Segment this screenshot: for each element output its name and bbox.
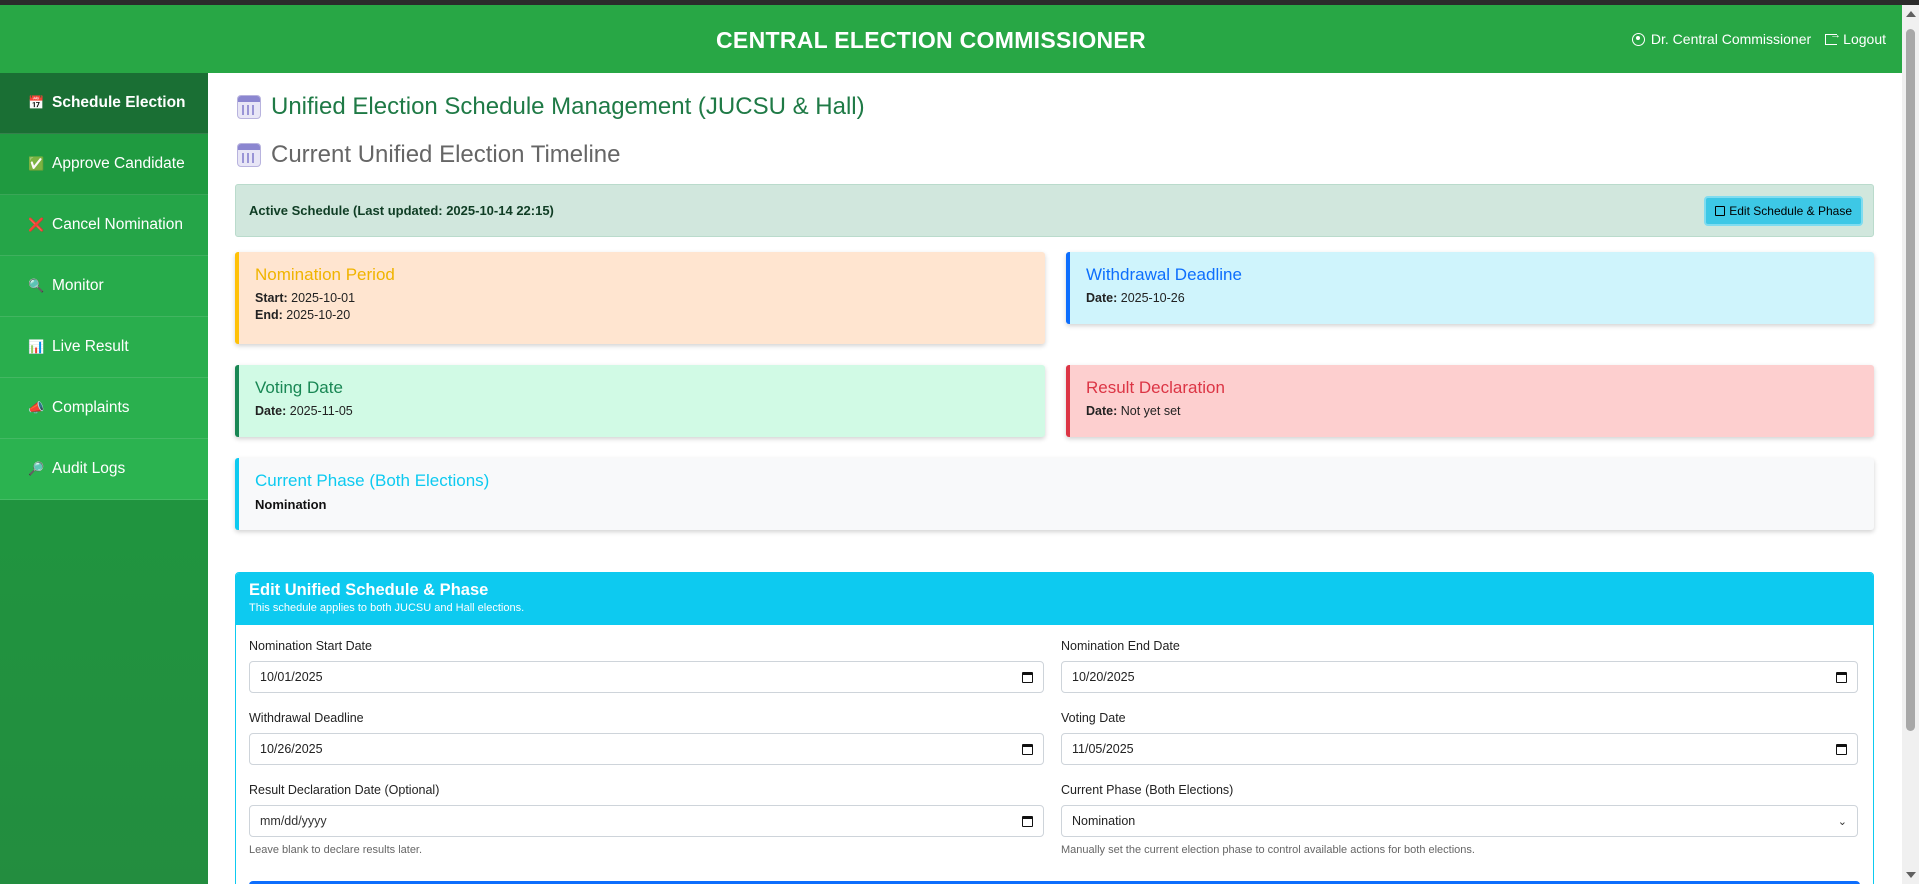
card-title: Result Declaration bbox=[1086, 378, 1225, 397]
current-phase-value: Nomination bbox=[255, 497, 327, 512]
field-label: Nomination End Date bbox=[1061, 639, 1180, 653]
sidebar-item-approve-candidate[interactable]: ✅ Approve Candidate bbox=[0, 134, 208, 195]
sidebar-item-label: Schedule Election bbox=[52, 94, 186, 111]
panel-heading: Edit Unified Schedule & Phase bbox=[249, 581, 489, 599]
nomination-start: Start: 2025-10-01 bbox=[255, 291, 356, 305]
withdrawal-field: Withdrawal Deadline 10/26/2025 bbox=[249, 711, 1044, 765]
sidebar-item-label: Complaints bbox=[52, 399, 130, 416]
sidebar-item-monitor[interactable]: 🔍 Monitor bbox=[0, 256, 208, 317]
top-navbar: CENTRAL ELECTION COMMISSIONER Dr. Centra… bbox=[0, 5, 1902, 73]
panel-subheading: This schedule applies to both JUCSU and … bbox=[249, 602, 525, 614]
calendar-picker-icon[interactable] bbox=[1022, 743, 1033, 755]
active-schedule-alert: Active Schedule (Last updated: 2025-10-1… bbox=[235, 184, 1874, 237]
calendar-picker-icon[interactable] bbox=[1836, 743, 1847, 755]
sidebar-item-label: Cancel Nomination bbox=[52, 216, 183, 233]
page-title-text: Unified Election Schedule Management (JU… bbox=[271, 93, 865, 120]
sidebar: 📅 Schedule Election ✅ Approve Candidate … bbox=[0, 73, 208, 884]
field-label: Voting Date bbox=[1061, 711, 1126, 725]
sidebar-item-live-result[interactable]: 📊 Live Result bbox=[0, 317, 208, 378]
card-title: Withdrawal Deadline bbox=[1086, 265, 1242, 284]
check-box-icon: ✅ bbox=[28, 156, 45, 171]
nomination-start-field: Nomination Start Date 10/01/2025 bbox=[249, 639, 1044, 693]
calendar-picker-icon[interactable] bbox=[1022, 815, 1033, 827]
scrollbar-thumb[interactable] bbox=[1906, 29, 1915, 731]
sidebar-item-complaints[interactable]: 📣 Complaints bbox=[0, 378, 208, 439]
sidebar-item-label: Monitor bbox=[52, 277, 104, 294]
panel-header: Edit Unified Schedule & Phase This sched… bbox=[236, 573, 1873, 625]
card-title: Nomination Period bbox=[255, 265, 395, 284]
nomination-end-input[interactable]: 10/20/2025 bbox=[1061, 661, 1858, 693]
edit-schedule-label: Edit Schedule & Phase bbox=[1729, 204, 1852, 218]
withdrawal-deadline-card: Withdrawal Deadline Date: 2025-10-26 bbox=[1066, 252, 1874, 324]
magnifier-icon: 🔍 bbox=[28, 278, 45, 293]
section-title: Current Unified Election Timeline bbox=[237, 141, 621, 169]
chevron-down-icon: ⌄ bbox=[1837, 815, 1847, 828]
bar-chart-icon: 📊 bbox=[28, 339, 45, 354]
field-hint: Leave blank to declare results later. bbox=[249, 844, 423, 856]
result-declaration-input[interactable]: mm/dd/yyyy bbox=[249, 805, 1044, 837]
result-date: Date: Not yet set bbox=[1086, 404, 1181, 418]
nomination-end: End: 2025-10-20 bbox=[255, 308, 351, 322]
vertical-scrollbar[interactable] bbox=[1902, 5, 1919, 884]
sidebar-item-label: Approve Candidate bbox=[52, 155, 185, 172]
current-phase-select[interactable]: Nomination ⌄ bbox=[1061, 805, 1858, 837]
calendar-icon bbox=[237, 95, 261, 119]
scroll-down-icon[interactable] bbox=[1906, 872, 1916, 878]
field-hint: Manually set the current election phase … bbox=[1061, 844, 1475, 856]
field-label: Nomination Start Date bbox=[249, 639, 372, 653]
result-declaration-card: Result Declaration Date: Not yet set bbox=[1066, 365, 1874, 437]
section-title-text: Current Unified Election Timeline bbox=[271, 141, 621, 168]
cross-icon: ❌ bbox=[28, 217, 45, 232]
sidebar-item-schedule-election[interactable]: 📅 Schedule Election bbox=[0, 73, 208, 134]
calendar-picker-icon[interactable] bbox=[1022, 671, 1033, 683]
megaphone-icon: 📣 bbox=[28, 400, 45, 415]
withdrawal-input[interactable]: 10/26/2025 bbox=[249, 733, 1044, 765]
field-label: Withdrawal Deadline bbox=[249, 711, 364, 725]
current-phase-field: Current Phase (Both Elections) Nominatio… bbox=[1061, 783, 1858, 856]
calendar-icon bbox=[237, 143, 261, 167]
sidebar-item-cancel-nomination[interactable]: ❌ Cancel Nomination bbox=[0, 195, 208, 256]
sidebar-item-label: Live Result bbox=[52, 338, 129, 355]
user-circle-icon bbox=[1631, 32, 1645, 46]
voting-input[interactable]: 11/05/2025 bbox=[1061, 733, 1858, 765]
current-phase-card: Current Phase (Both Elections) Nominatio… bbox=[235, 458, 1874, 530]
page-title: Unified Election Schedule Management (JU… bbox=[237, 93, 865, 121]
card-title: Voting Date bbox=[255, 378, 343, 397]
edit-icon bbox=[1715, 206, 1726, 216]
result-declaration-field: Result Declaration Date (Optional) mm/dd… bbox=[249, 783, 1044, 856]
nomination-end-field: Nomination End Date 10/20/2025 bbox=[1061, 639, 1858, 693]
user-name[interactable]: Dr. Central Commissioner bbox=[1651, 31, 1811, 47]
calendar-picker-icon[interactable] bbox=[1836, 671, 1847, 683]
nomination-period-card: Nomination Period Start: 2025-10-01 End:… bbox=[235, 252, 1045, 344]
app-window: CENTRAL ELECTION COMMISSIONER Dr. Centra… bbox=[0, 5, 1902, 884]
field-label: Current Phase (Both Elections) bbox=[1061, 783, 1234, 797]
main-content: Unified Election Schedule Management (JU… bbox=[208, 73, 1902, 884]
active-schedule-text: Active Schedule (Last updated: 2025-10-1… bbox=[249, 203, 554, 218]
withdrawal-date: Date: 2025-10-26 bbox=[1086, 291, 1185, 305]
logout-icon[interactable] bbox=[1825, 29, 1841, 45]
field-label: Result Declaration Date (Optional) bbox=[249, 783, 440, 797]
calendar-icon: 📅 bbox=[28, 95, 45, 110]
nomination-start-input[interactable]: 10/01/2025 bbox=[249, 661, 1044, 693]
edit-schedule-panel: Edit Unified Schedule & Phase This sched… bbox=[235, 572, 1874, 884]
magnifier-right-icon: 🔎 bbox=[28, 461, 45, 476]
sidebar-item-label: Audit Logs bbox=[52, 460, 126, 477]
card-title: Current Phase (Both Elections) bbox=[255, 471, 490, 490]
voting-field: Voting Date 11/05/2025 bbox=[1061, 711, 1858, 765]
edit-schedule-button[interactable]: Edit Schedule & Phase bbox=[1704, 196, 1863, 226]
logout-link[interactable]: Logout bbox=[1843, 31, 1886, 47]
app-title: CENTRAL ELECTION COMMISSIONER bbox=[716, 27, 1146, 53]
scroll-up-icon[interactable] bbox=[1906, 11, 1916, 17]
sidebar-item-audit-logs[interactable]: 🔎 Audit Logs bbox=[0, 439, 208, 500]
voting-date-card: Voting Date Date: 2025-11-05 bbox=[235, 365, 1045, 437]
user-area: Dr. Central Commissioner Logout bbox=[1631, 29, 1886, 47]
voting-date: Date: 2025-11-05 bbox=[255, 404, 353, 418]
